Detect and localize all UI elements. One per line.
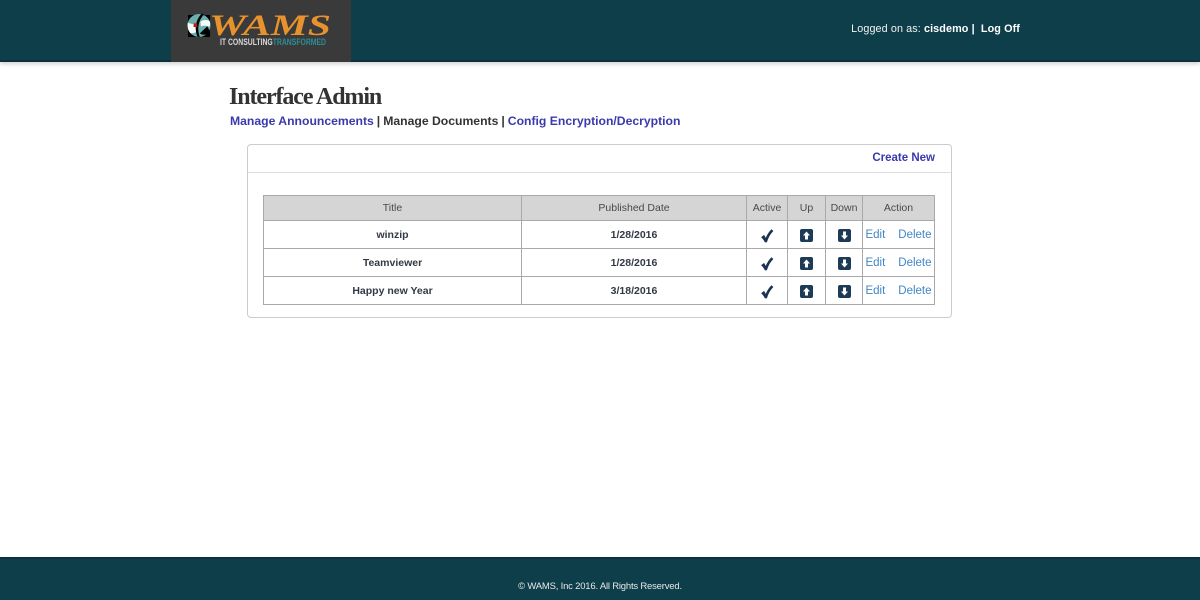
svg-text:IT CONSULTINGTRANSFORMED: IT CONSULTINGTRANSFORMED [220, 37, 326, 47]
